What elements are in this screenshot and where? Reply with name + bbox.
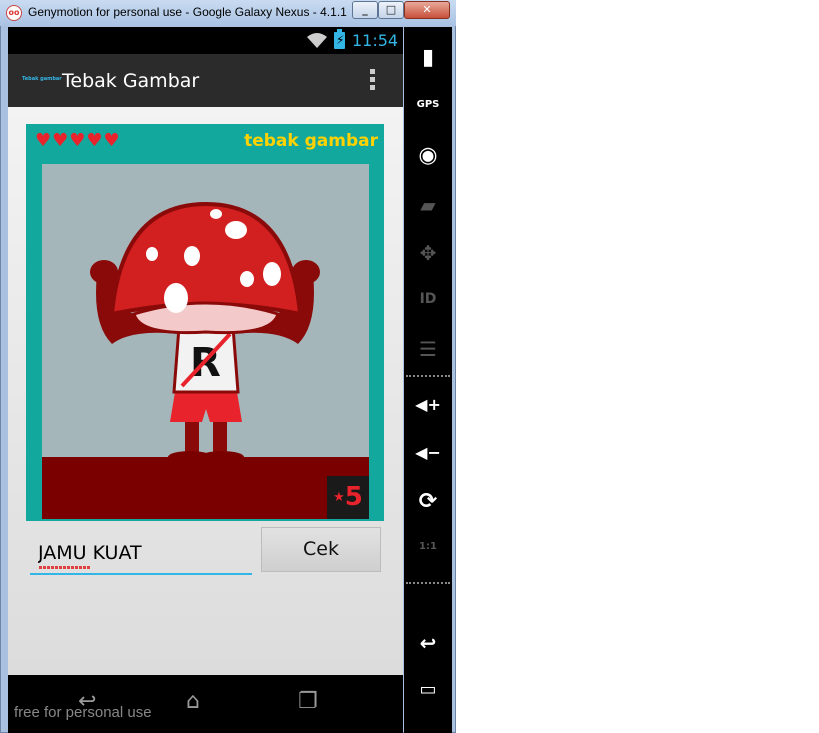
screencast-icon: ▰	[420, 193, 436, 217]
navigation-bar: ↩ ⌂ ❐ free for personal use	[8, 675, 403, 733]
overflow-menu-icon[interactable]	[368, 69, 376, 93]
action-bar: Tebak gambar Tebak Gambar	[8, 54, 403, 107]
close-icon: ✕	[422, 3, 432, 16]
volume-down-icon[interactable]: ◀−	[404, 443, 452, 462]
battery-widget-icon[interactable]: ▮	[404, 45, 452, 70]
answer-field-wrapper	[30, 530, 258, 575]
network-icon: ☰	[419, 337, 437, 361]
genymotion-logo-icon: oo	[6, 5, 22, 21]
id-icon: ID	[419, 291, 437, 307]
answer-input[interactable]	[30, 538, 258, 568]
game-content: ♥♥♥♥♥ tebak gambar ★5 JAMU KUAT Cek	[8, 107, 403, 675]
scale-icon: 1:1	[419, 541, 437, 552]
gps-button[interactable]: GPS	[404, 99, 452, 110]
dpad-icon: ✥	[419, 241, 437, 265]
puzzle-picture: R ★5	[42, 164, 369, 519]
title-bar[interactable]: oo Genymotion for personal use - Google …	[0, 0, 456, 26]
app-icon[interactable]: Tebak gambar	[22, 76, 62, 82]
battery-icon: ⚡	[334, 29, 345, 49]
app-title: Tebak Gambar	[62, 70, 200, 92]
mushroom-strongman-illustration: R	[90, 201, 320, 463]
status-clock: 11:54	[352, 31, 399, 50]
maximize-icon: □	[385, 3, 397, 16]
camera-icon[interactable]: ◉	[404, 143, 452, 168]
emulator-window: oo Genymotion for personal use - Google …	[0, 0, 456, 733]
level-number: 5	[344, 482, 363, 512]
window-title: Genymotion for personal use - Google Gal…	[28, 5, 348, 19]
level-badge: ★5	[327, 476, 369, 519]
minimize-button[interactable]: _	[352, 1, 378, 19]
brand-label: tebak gambar	[244, 131, 378, 151]
toolbar-separator	[406, 375, 450, 377]
toolbar-menu-icon[interactable]: ▭	[404, 679, 452, 700]
close-button[interactable]: ✕	[404, 1, 450, 19]
gps-icon: GPS	[416, 99, 440, 110]
rotate-icon[interactable]: ⟳	[404, 489, 452, 514]
device-id-button: ID	[404, 291, 452, 307]
wifi-icon	[307, 33, 327, 48]
recent-apps-icon[interactable]: ❐	[298, 689, 318, 714]
emulator-toolbar: ▮ GPS ◉ ▰ ✥ ID ☰ ◀+ ◀− ⟳ 1:1 ↩ ▭	[404, 27, 452, 733]
minimize-icon: _	[362, 3, 368, 16]
puzzle-card: ♥♥♥♥♥ tebak gambar ★5	[26, 124, 384, 521]
watermark: free for personal use	[14, 704, 152, 721]
lives-hearts: ♥♥♥♥♥	[35, 130, 121, 151]
android-screen: ⚡ 11:54 Tebak gambar Tebak Gambar ♥♥♥♥♥ …	[8, 27, 403, 733]
home-icon[interactable]: ⌂	[186, 689, 200, 714]
maximize-button[interactable]: □	[378, 1, 404, 19]
scale-button: 1:1	[404, 541, 452, 552]
toolbar-separator-2	[406, 582, 450, 584]
check-button[interactable]: Cek	[261, 527, 381, 572]
volume-up-icon[interactable]: ◀+	[404, 395, 452, 414]
star-icon: ★	[333, 490, 345, 505]
toolbar-back-icon[interactable]: ↩	[404, 631, 452, 655]
spellcheck-underline	[39, 566, 91, 569]
status-bar: ⚡ 11:54	[8, 27, 403, 54]
